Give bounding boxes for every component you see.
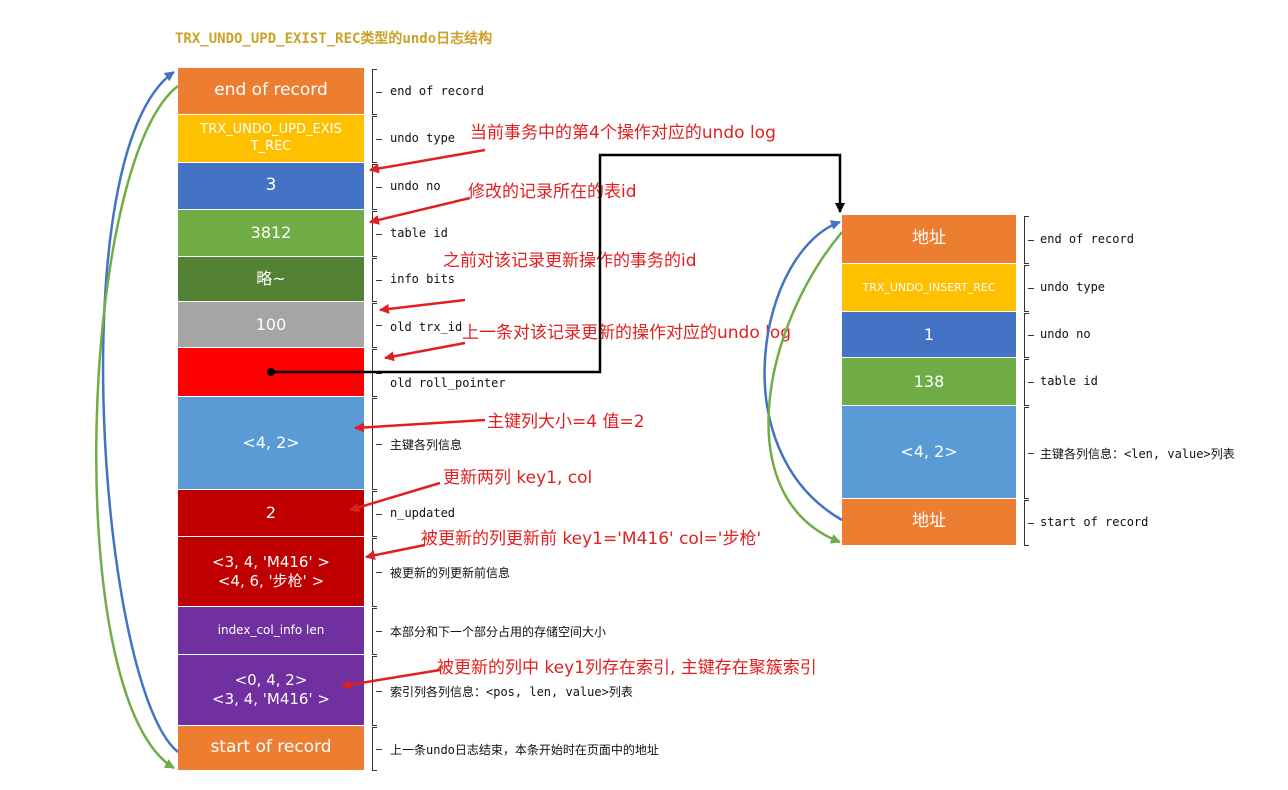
roll-pointer-arrow bbox=[271, 153, 845, 374]
right-green-curve bbox=[767, 231, 843, 544]
note-arrow-old-values bbox=[365, 543, 426, 561]
note-arrow-undo-no bbox=[369, 148, 486, 174]
note-arrow-roll-pointer bbox=[384, 341, 466, 362]
note-arrow-trx-id bbox=[379, 298, 466, 314]
note-arrow-index-cols bbox=[341, 668, 441, 690]
note-arrow-primary-key bbox=[354, 418, 486, 433]
note-arrow-table-id bbox=[369, 196, 471, 225]
note-arrow-n-updated bbox=[349, 481, 441, 513]
connectors-layer bbox=[95, 70, 845, 770]
